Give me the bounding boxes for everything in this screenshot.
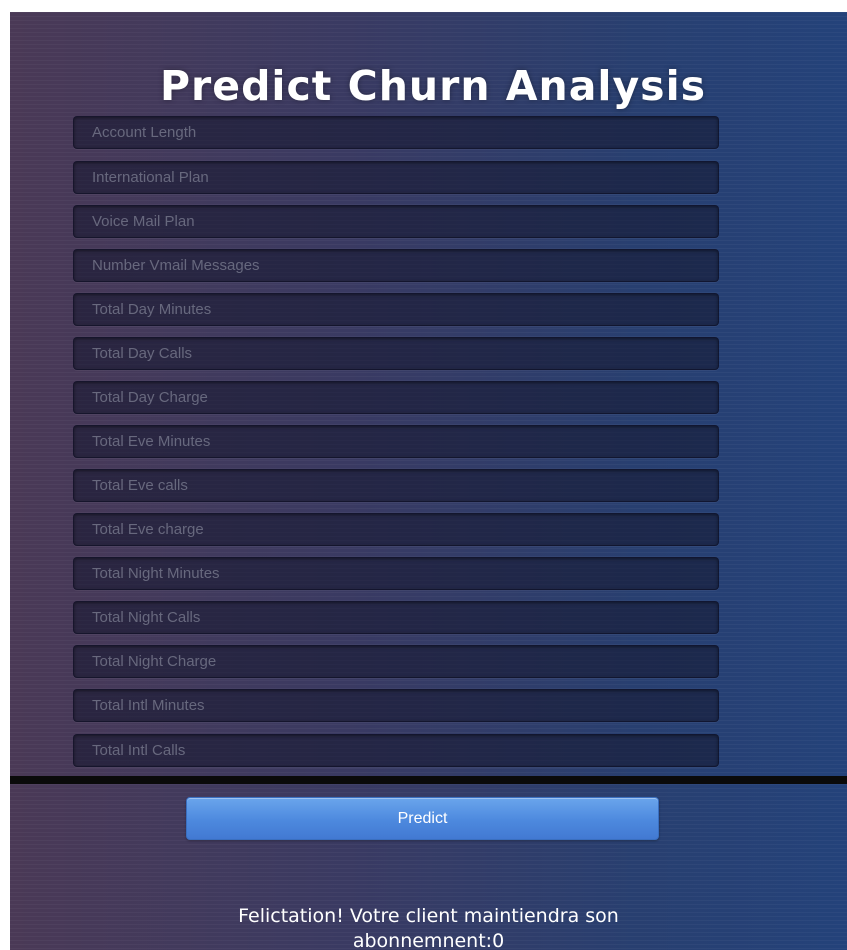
section-divider	[10, 776, 847, 784]
total-day-charge-input[interactable]	[73, 381, 719, 414]
total-eve-charge-input[interactable]	[73, 513, 719, 546]
international-plan-input[interactable]	[73, 161, 719, 194]
prediction-result-line1: Felictation! Votre client maintiendra so…	[238, 905, 619, 927]
total-night-charge-input[interactable]	[73, 645, 719, 678]
total-day-minutes-input[interactable]	[73, 293, 719, 326]
total-intl-calls-input[interactable]	[73, 734, 719, 767]
voice-mail-plan-input[interactable]	[73, 205, 719, 238]
number-vmail-messages-input[interactable]	[73, 249, 719, 282]
prediction-result: Felictation! Votre client maintiendra so…	[10, 904, 847, 950]
page-title: Predict Churn Analysis	[160, 62, 707, 110]
total-intl-minutes-input[interactable]	[73, 689, 719, 722]
prediction-result-line2: abonnemnent:0	[352, 930, 505, 950]
predict-button[interactable]: Predict	[186, 797, 659, 840]
total-eve-calls-input[interactable]	[73, 469, 719, 502]
total-night-minutes-input[interactable]	[73, 557, 719, 590]
account-length-input[interactable]	[73, 116, 719, 149]
total-day-calls-input[interactable]	[73, 337, 719, 370]
form-panel: Predict Churn Analysis	[10, 12, 847, 776]
total-eve-minutes-input[interactable]	[73, 425, 719, 458]
result-panel: Predict Felictation! Votre client mainti…	[10, 784, 847, 950]
total-night-calls-input[interactable]	[73, 601, 719, 634]
